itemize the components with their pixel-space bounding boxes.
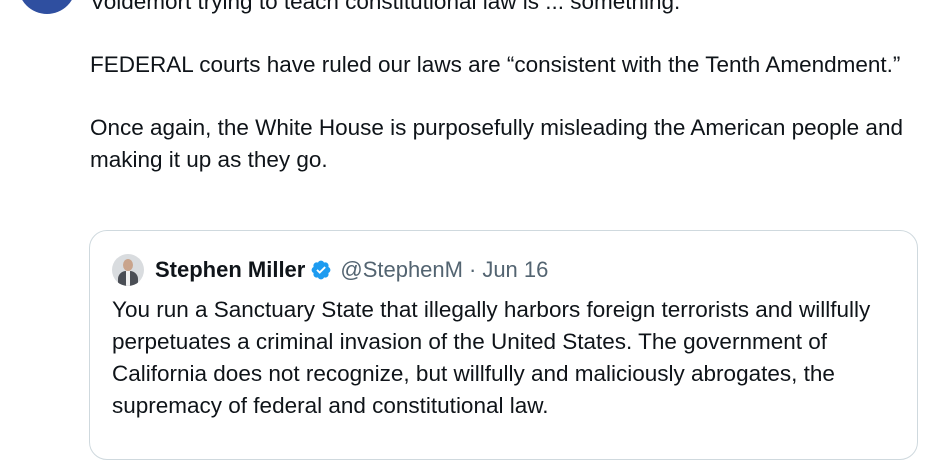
separator-dot: · [468, 257, 477, 282]
tweet-paragraph: FEDERAL courts have ruled our laws are “… [90, 52, 901, 77]
quoted-tweet-date[interactable]: Jun 16 [482, 257, 548, 283]
quoted-tweet-header: Stephen Miller @StephenM · Jun 16 [112, 253, 548, 287]
author-avatar[interactable] [18, 0, 76, 14]
quoted-tweet-text: You run a Sanctuary State that illegally… [112, 294, 902, 422]
quoted-author-name[interactable]: Stephen Miller [155, 257, 305, 283]
quoted-author-avatar[interactable] [112, 254, 144, 286]
verified-badge-icon [311, 260, 331, 280]
tweet-text: Voldemort trying to teach constitutional… [90, 0, 910, 207]
tweet-paragraph: Once again, the White House is purposefu… [90, 115, 903, 172]
avatar-head [123, 259, 133, 271]
quoted-tweet-body: You run a Sanctuary State that illegally… [112, 297, 871, 418]
tweet-paragraph: Voldemort trying to teach constitutional… [90, 0, 681, 14]
quoted-author-handle[interactable]: @StephenM [340, 257, 463, 283]
quoted-tweet-card[interactable]: Stephen Miller @StephenM · Jun 16 You ru… [89, 230, 918, 460]
avatar-shirt [126, 271, 130, 286]
